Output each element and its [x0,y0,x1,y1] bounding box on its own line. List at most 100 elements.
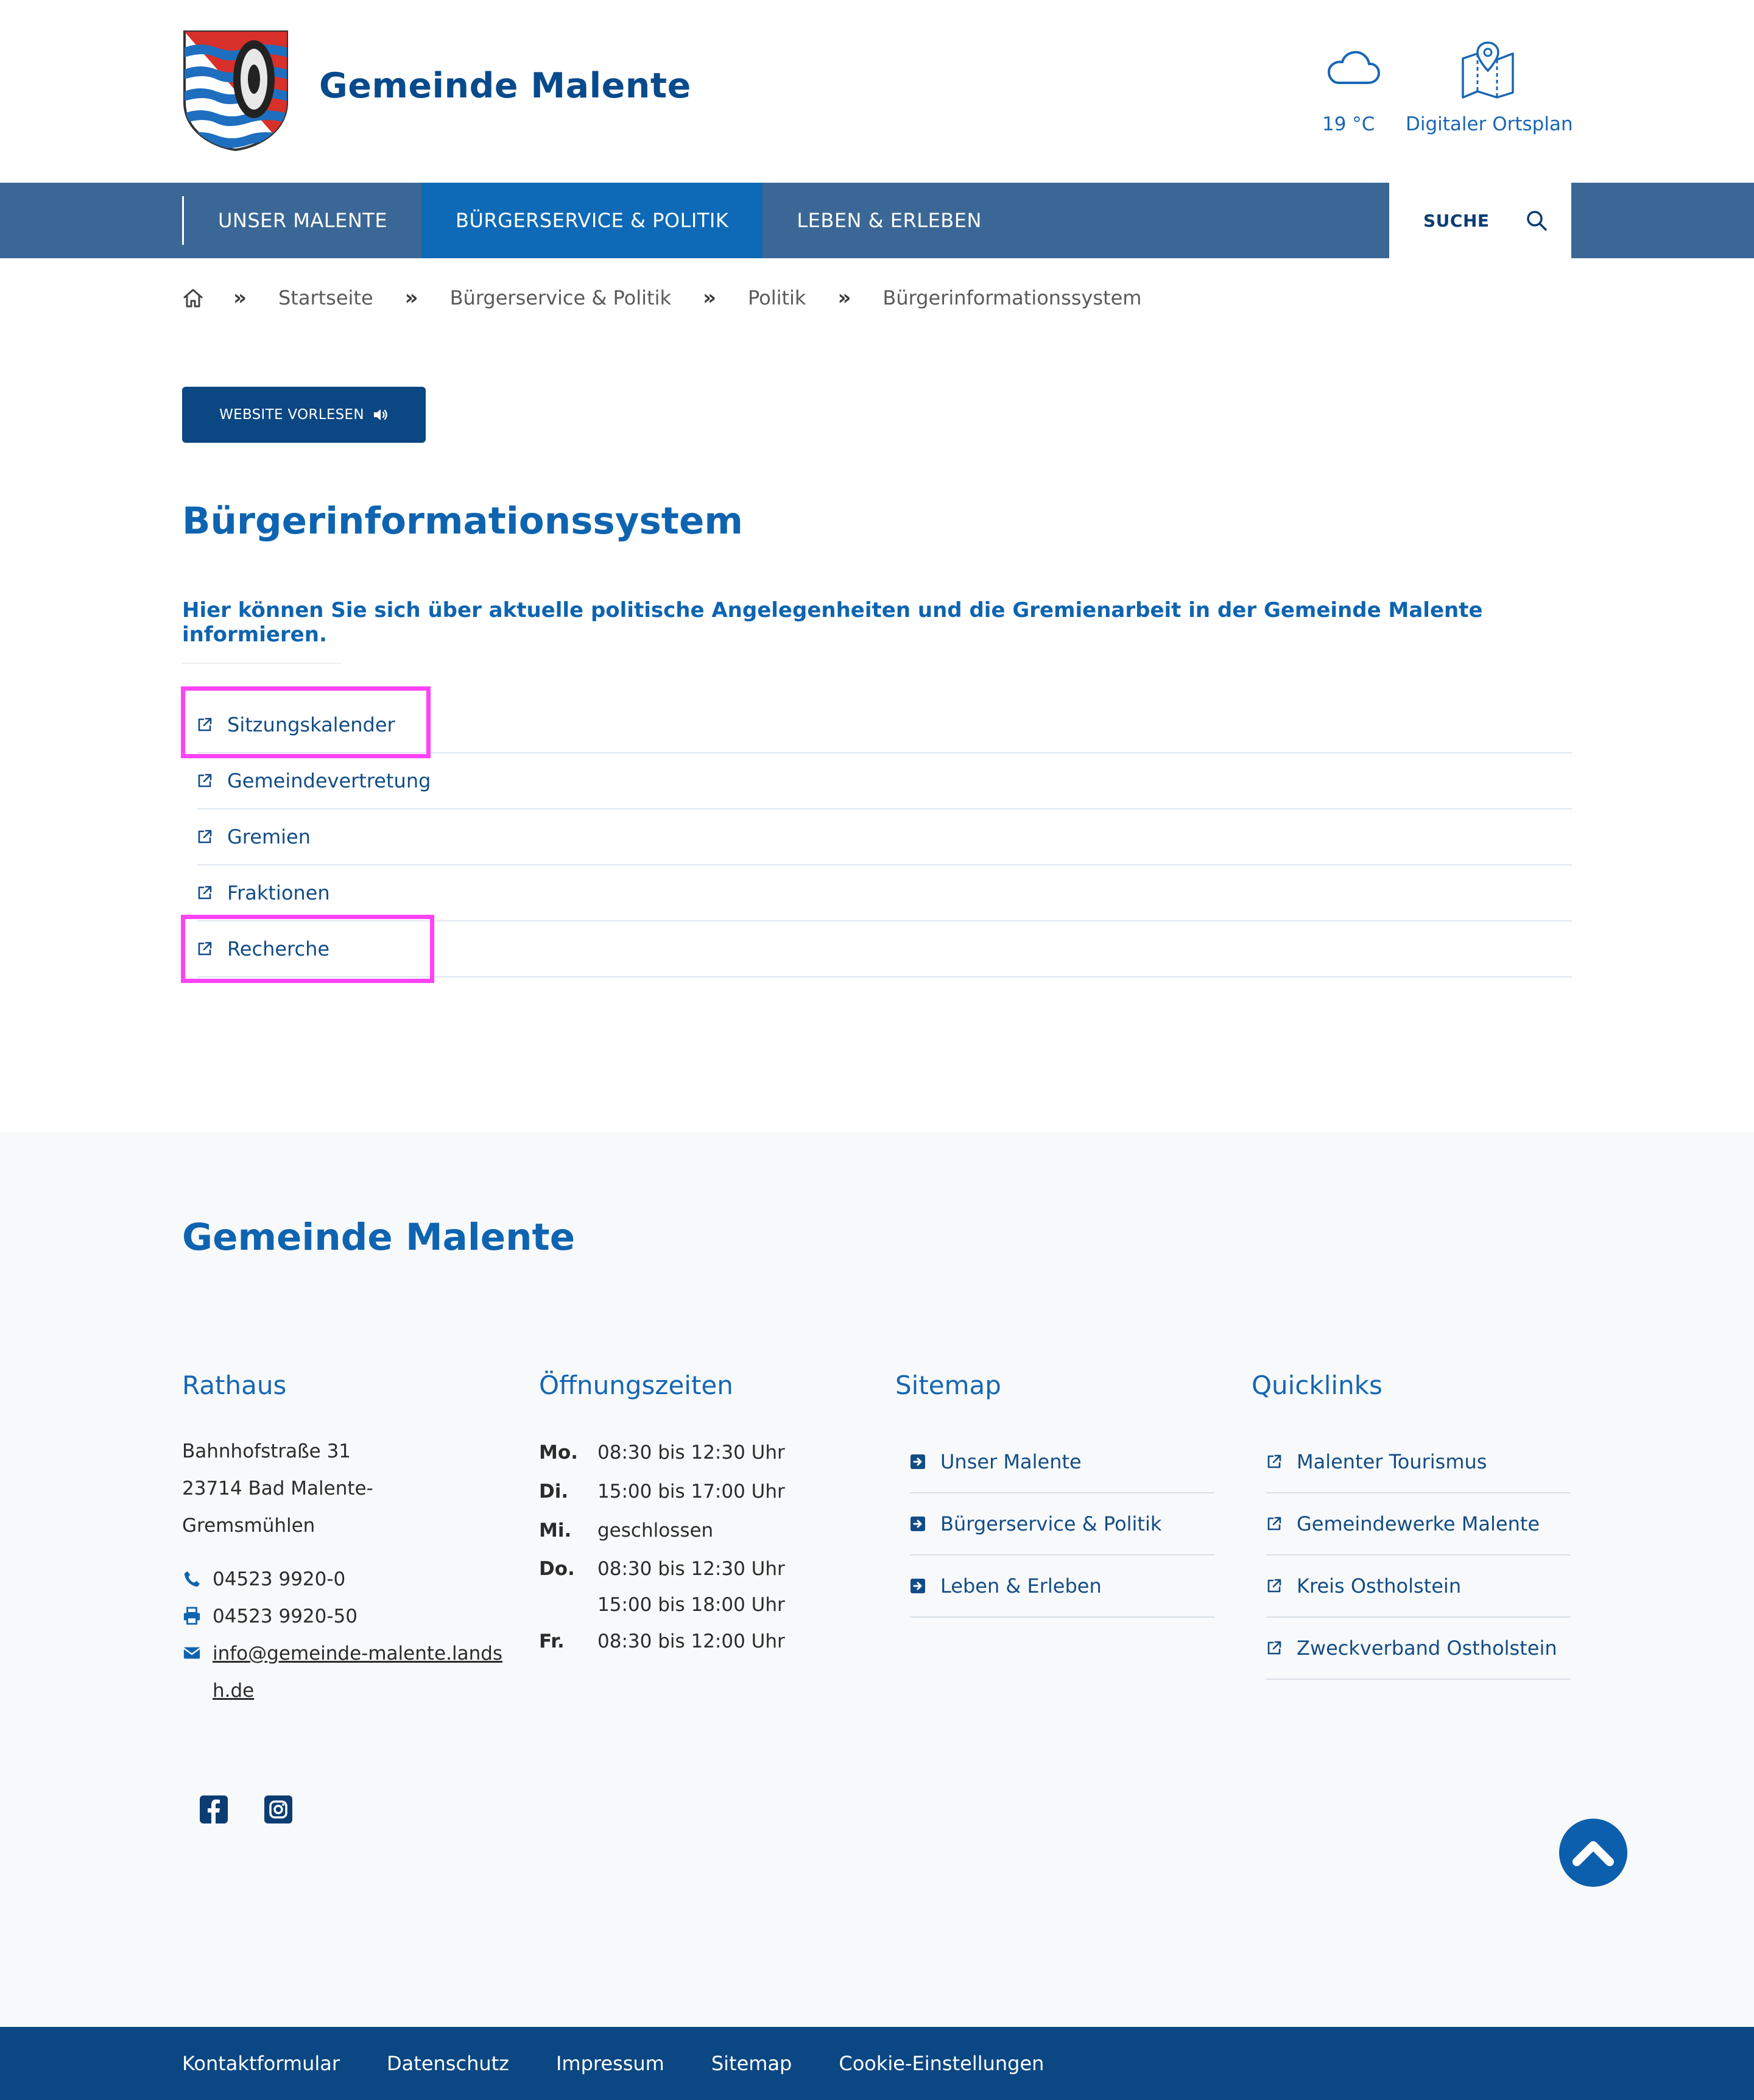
breadcrumb-item-politik[interactable]: Politik [748,286,806,309]
bottom-links: Kontaktformular Datenschutz Impressum Si… [182,2027,1044,2100]
footer-quicklinks-list: Malenter Tourismus Gemeindewerke Malente… [1266,1431,1571,1680]
speaker-icon [373,409,387,420]
quicklink-kreis-ostholstein[interactable]: Kreis Ostholstein [1266,1556,1571,1618]
external-link-icon [198,886,212,900]
search-button[interactable]: SUCHE [1389,183,1571,258]
quicklink-label: Malenter Tourismus [1297,1450,1487,1473]
nav-item-unser-malente[interactable]: UNSER MALENTE [184,183,421,258]
contact-fax: 04523 9920-50 [182,1598,502,1635]
weather-widget[interactable] [1319,49,1387,89]
email-line-1: info@gemeinde-malente.lands [213,1643,503,1665]
sitemap-item-unser-malente[interactable]: Unser Malente [910,1431,1214,1493]
address-street: Bahnhofstraße 31 [182,1440,351,1462]
external-link-icon [198,773,212,788]
read-aloud-button[interactable]: WEBSITE VORLESEN [182,387,426,443]
nav-item-leben-erleben[interactable]: LEBEN & ERLEBEN [763,183,1016,258]
sitemap-item-label: Leben & Erleben [940,1574,1102,1598]
chevron-up-icon [1573,1841,1614,1866]
phone-number: 04523 9920-0 [213,1568,346,1590]
arrow-right-square-icon [910,1517,925,1531]
phone-icon [184,1571,200,1587]
back-to-top-button[interactable] [1559,1819,1627,1887]
instagram-icon[interactable] [264,1795,292,1823]
email-line-2: h.de [213,1680,255,1702]
footer-address: Bahnhofstraße 31 23714 Bad Malente- Grem… [182,1433,373,1545]
hours-time: 08:30 bis 12:00 Uhr [597,1630,785,1652]
external-link-icon [1267,1454,1281,1468]
breadcrumb-item-current: Bürgerinformationssystem [882,286,1142,309]
hours-row: Mo. 08:30 bis 12:30 Uhr [539,1433,785,1472]
footer-contact: 04523 9920-0 04523 9920-50 info@gemeinde… [182,1561,502,1710]
hours-time: 08:30 bis 12:30 Uhr [597,1558,785,1580]
fax-number: 04523 9920-50 [213,1605,357,1627]
sitemap-item-buergerservice[interactable]: Bürgerservice & Politik [910,1493,1214,1556]
sitemap-item-label: Bürgerservice & Politik [940,1512,1162,1535]
bottom-link-impressum[interactable]: Impressum [556,2052,664,2075]
link-gemeindevertretung[interactable]: Gemeindevertretung [197,753,1572,809]
search-icon [1526,211,1547,231]
footer-heading-quicklinks: Quicklinks [1252,1370,1382,1400]
hours-row: Do. 08:30 bis 12:30 Uhr [539,1550,785,1588]
site-title[interactable]: Gemeinde Malente [319,66,691,106]
bottom-link-cookie-settings[interactable]: Cookie-Einstellungen [839,2052,1044,2075]
quicklink-label: Gemeindewerke Malente [1297,1512,1540,1535]
link-gremien[interactable]: Gremien [197,809,1572,865]
bottom-link-sitemap[interactable]: Sitemap [711,2052,792,2075]
arrow-right-square-icon [910,1579,925,1593]
highlight-box-recherche [181,915,434,983]
email-address: info@gemeinde-malente.lands h.de [213,1635,502,1710]
map-pin-icon[interactable] [1460,40,1515,99]
link-fraktionen[interactable]: Fraktionen [197,865,1572,921]
fax-icon [183,1607,200,1625]
hours-day: Mi. [539,1520,572,1542]
cloud-icon [1328,51,1380,84]
opening-hours-table: Mo. 08:30 bis 12:30 Uhr Di. 15:00 bis 17:0… [539,1433,785,1661]
hours-day [539,1588,597,1622]
breadcrumb-separator-icon: » [702,286,716,310]
nav-item-buergerservice-politik[interactable]: BÜRGERSERVICE & POLITIK [421,183,763,258]
footer-heading-hours: Öffnungszeiten [539,1370,733,1400]
municipal-crest-logo[interactable] [182,29,289,152]
external-link-icon [1267,1641,1281,1655]
footer-sitemap-list: Unser Malente Bürgerservice & Politik Le… [910,1431,1214,1618]
digital-map-link[interactable]: Digitaler Ortsplan [1406,113,1573,135]
mail-icon [183,1647,200,1659]
page-title: Bürgerinformationssystem [182,499,743,543]
address-city: 23714 Bad Malente- [182,1478,373,1499]
arrow-right-square-icon [910,1454,925,1469]
quicklink-malenter-tourismus[interactable]: Malenter Tourismus [1266,1431,1571,1493]
quicklink-zweckverband[interactable]: Zweckverband Ostholstein [1266,1618,1571,1680]
hours-time: 15:00 bis 18:00 Uhr [597,1594,785,1616]
read-aloud-label: WEBSITE VORLESEN [219,407,364,423]
breadcrumb-item-startseite[interactable]: Startseite [278,286,373,309]
bottom-link-kontaktformular[interactable]: Kontaktformular [182,2052,340,2075]
sitemap-item-label: Unser Malente [940,1450,1082,1473]
hours-row: Fr. 08:30 bis 12:00 Uhr [539,1622,785,1661]
footer-title: Gemeinde Malente [182,1216,576,1259]
contact-email[interactable]: info@gemeinde-malente.lands h.de [182,1635,502,1710]
facebook-icon[interactable] [200,1795,228,1823]
link-label: Gemeindevertretung [227,769,431,792]
contact-phone[interactable]: 04523 9920-0 [182,1561,502,1598]
address-city-cont: Gremsmühlen [182,1515,315,1537]
home-icon[interactable] [182,287,204,308]
external-link-icon [198,830,212,844]
breadcrumb: » Startseite » Bürgerservice & Politik »… [182,284,1173,311]
main-navigation: UNSER MALENTE BÜRGERSERVICE & POLITIK LE… [182,183,1016,258]
sitemap-item-leben-erleben[interactable]: Leben & Erleben [910,1556,1214,1618]
quicklink-label: Kreis Ostholstein [1297,1574,1462,1598]
quicklink-gemeindewerke[interactable]: Gemeindewerke Malente [1266,1493,1571,1556]
breadcrumb-item-buergerservice[interactable]: Bürgerservice & Politik [450,286,671,309]
divider [182,663,342,664]
hours-day: Fr. [539,1630,565,1652]
hours-row: Di. 15:00 bis 17:00 Uhr [539,1472,785,1511]
breadcrumb-separator-icon: » [233,286,247,310]
breadcrumb-separator-icon: » [404,286,418,310]
hours-day: Mo. [539,1442,578,1464]
link-label: Gremien [227,825,311,848]
footer-heading-rathaus: Rathaus [182,1370,287,1400]
hours-time: 15:00 bis 17:00 Uhr [597,1481,785,1503]
hours-day: Do. [539,1558,575,1580]
bottom-link-datenschutz[interactable]: Datenschutz [387,2052,509,2075]
intro-text: Hier können Sie sich über aktuelle polit… [182,598,1483,647]
